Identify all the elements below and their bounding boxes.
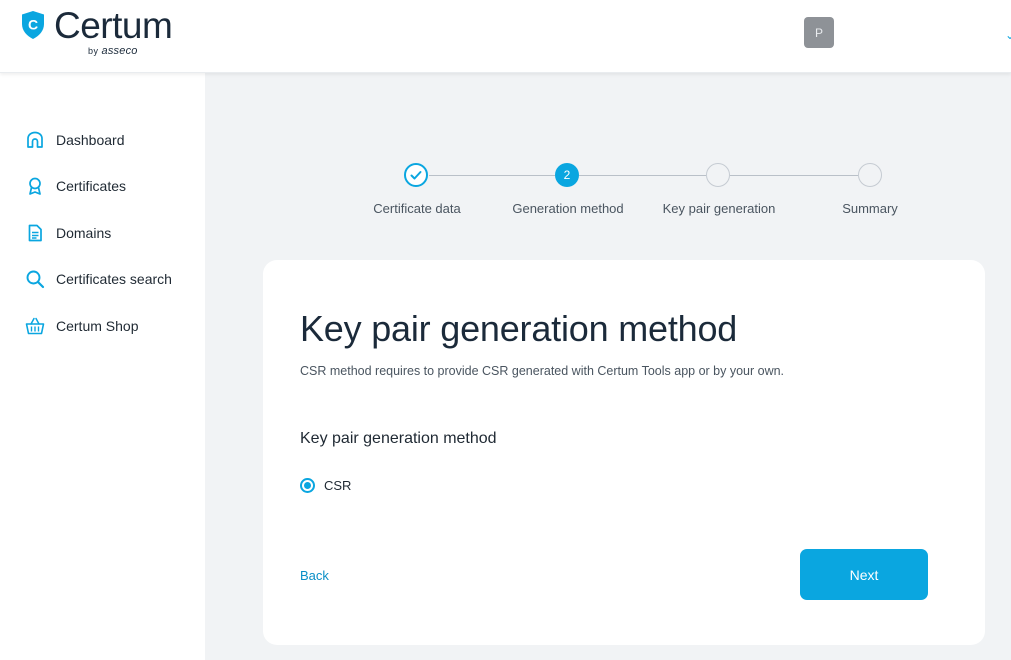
brand-by-line: by asseco <box>88 45 172 57</box>
sidebar-item-certificates-search[interactable]: Certificates search <box>25 267 172 291</box>
radio-label: CSR <box>324 478 352 493</box>
sidebar: Dashboard Certificates Domains Certifica… <box>0 73 205 660</box>
brand-by-name: asseco <box>101 45 138 57</box>
step-3-indicator <box>706 163 730 187</box>
generation-method-card: Key pair generation method CSR method re… <box>263 260 985 645</box>
basket-icon <box>25 317 45 335</box>
sidebar-item-certificates[interactable]: Certificates <box>25 174 126 198</box>
step-label-generation-method: Generation method <box>512 201 624 216</box>
stepper-connector <box>429 175 555 176</box>
radio-selected-dot <box>304 482 311 489</box>
stepper-connector <box>579 175 706 176</box>
step-label-certificate-data: Certificate data <box>373 201 461 216</box>
check-icon <box>410 171 422 180</box>
chevron-down-icon[interactable]: ⌄ <box>1005 28 1011 42</box>
step-label-summary: Summary <box>842 201 898 216</box>
main-content: 2 Certificate data Generation method Key… <box>205 73 1011 660</box>
sidebar-item-label: Domains <box>56 225 112 241</box>
next-button[interactable]: Next <box>800 549 928 600</box>
radio-button[interactable] <box>300 478 315 493</box>
certificate-icon <box>29 177 41 195</box>
page-description: CSR method requires to provide CSR gener… <box>300 364 785 378</box>
radio-option-csr[interactable]: CSR <box>300 478 351 493</box>
stepper-connector <box>730 175 858 176</box>
sidebar-item-domains[interactable]: Domains <box>25 221 111 245</box>
brand-by-prefix: by <box>88 46 99 56</box>
search-icon <box>26 270 45 289</box>
brand-name: Certum <box>54 5 173 46</box>
sidebar-item-dashboard[interactable]: Dashboard <box>25 128 125 152</box>
sidebar-item-label: Certificates search <box>56 271 172 287</box>
sidebar-item-certum-shop[interactable]: Certum Shop <box>25 314 138 338</box>
step-4-indicator <box>858 163 882 187</box>
sidebar-item-label: Dashboard <box>56 132 125 148</box>
section-label: Key pair generation method <box>300 430 497 447</box>
sidebar-item-label: Certum Shop <box>56 318 139 334</box>
home-icon <box>27 131 43 148</box>
certum-logo[interactable]: C Certum by asseco <box>20 5 173 57</box>
back-link[interactable]: Back <box>300 568 329 583</box>
user-avatar[interactable]: P <box>804 17 834 48</box>
page-title: Key pair generation method <box>300 308 738 349</box>
step-label-key-pair-generation: Key pair generation <box>662 201 776 216</box>
sidebar-item-label: Certificates <box>56 178 127 194</box>
document-icon <box>28 224 42 242</box>
shield-logo-icon: C <box>22 11 44 39</box>
shield-letter: C <box>28 17 38 33</box>
top-header: C Certum by asseco P ⌄ <box>0 0 1011 73</box>
step-1-complete-indicator <box>404 163 428 187</box>
step-2-active-indicator: 2 <box>555 163 579 187</box>
